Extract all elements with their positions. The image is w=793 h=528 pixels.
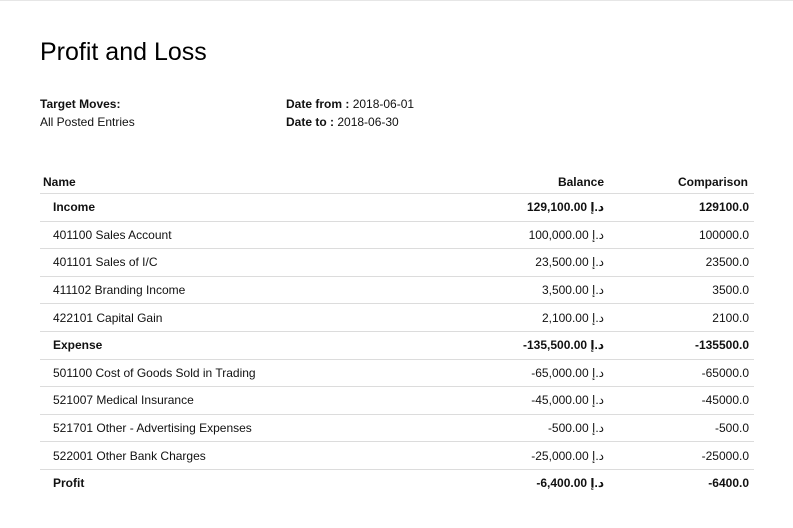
row-balance: 100,000.00 د.إ	[528, 227, 604, 242]
row-comparison: 23500.0	[705, 255, 749, 270]
date-to-label: Date to :	[286, 115, 334, 129]
column-header-name: Name	[43, 174, 76, 189]
account-row: 501100 Cost of Goods Sold in Trading -65,…	[40, 358, 754, 387]
account-row: 411102 Branding Income 3,500.00 د.إ 3500.0	[40, 275, 754, 304]
account-row: 521007 Medical Insurance -45,000.00 د.إ -4…	[40, 386, 754, 414]
date-from-line: Date from : 2018-06-01	[286, 95, 414, 113]
row-balance: -6,400.00 د.إ	[536, 476, 604, 491]
row-balance: 23,500.00 د.إ	[535, 255, 604, 270]
row-name: 521007 Medical Insurance	[53, 393, 194, 408]
row-balance: -135,500.00 د.إ	[523, 338, 604, 353]
row-name: 422101 Capital Gain	[53, 310, 163, 325]
row-balance: -500.00 د.إ	[547, 421, 604, 436]
row-name: Profit	[53, 476, 85, 491]
table-body: Income 129,100.00 د.إ 129100.0 401100 Sales…	[40, 193, 754, 497]
row-name: Expense	[53, 338, 103, 353]
page-title: Profit and Loss	[40, 38, 207, 66]
row-comparison: 3500.0	[712, 283, 749, 298]
row-comparison: -45000.0	[701, 393, 749, 408]
profit-loss-table: Name Balance Comparison Income 129,100.00…	[40, 170, 754, 497]
target-moves-label: Target Moves:	[40, 97, 121, 111]
row-name: 521701 Other - Advertising Expenses	[53, 421, 252, 436]
account-row: 401100 Sales Account 100,000.00 د.إ 100000…	[40, 220, 754, 249]
row-comparison: -6400.0	[708, 476, 749, 491]
row-balance: 2,100.00 د.إ	[541, 310, 604, 325]
row-name: 522001 Other Bank Charges	[53, 448, 206, 463]
row-comparison: -25000.0	[701, 448, 749, 463]
section-row: Expense -135,500.00 د.إ -135500.0	[40, 330, 754, 359]
date-range-block: Date from : 2018-06-01 Date to : 2018-06…	[286, 95, 414, 131]
row-balance: 129,100.00 د.إ	[526, 200, 604, 215]
section-row: Income 129,100.00 د.إ 129100.0	[40, 193, 754, 221]
row-name: Income	[53, 200, 96, 215]
date-from-value: 2018-06-01	[352, 97, 415, 111]
target-moves-value: All Posted Entries	[40, 115, 135, 129]
account-row: 401101 Sales of I/C 23,500.00 د.إ 23500.0	[40, 248, 754, 276]
account-row: 522001 Other Bank Charges -25,000.00 د.إ -…	[40, 441, 754, 469]
account-row: 422101 Capital Gain 2,100.00 د.إ 2100.0	[40, 303, 754, 331]
row-comparison: 2100.0	[712, 310, 749, 325]
target-moves-block: Target Moves: All Posted Entries	[40, 95, 135, 131]
row-comparison: -500.0	[714, 421, 749, 436]
row-comparison: 100000.0	[698, 227, 749, 242]
date-to-value: 2018-06-30	[337, 115, 399, 129]
row-comparison: -135500.0	[694, 338, 749, 353]
column-header-comparison: Comparison	[677, 174, 748, 189]
row-name: 411102 Branding Income	[53, 283, 186, 298]
top-divider	[0, 0, 793, 1]
section-row: Profit -6,400.00 د.إ -6400.0	[40, 468, 754, 497]
row-balance: -65,000.00 د.إ	[531, 365, 604, 380]
row-name: 401100 Sales Account	[53, 227, 172, 242]
row-name: 401101 Sales of I/C	[53, 255, 158, 270]
account-row: 521701 Other - Advertising Expenses -500.…	[40, 413, 754, 442]
date-from-label: Date from :	[286, 97, 350, 111]
row-comparison: -65000.0	[701, 365, 749, 380]
row-balance: -45,000.00 د.إ	[531, 393, 604, 408]
column-header-balance: Balance	[557, 174, 604, 189]
date-to-line: Date to : 2018-06-30	[286, 113, 414, 131]
row-balance: -25,000.00 د.إ	[531, 448, 604, 463]
row-comparison: 129100.0	[698, 200, 749, 215]
row-name: 501100 Cost of Goods Sold in Trading	[53, 365, 256, 380]
row-balance: 3,500.00 د.إ	[541, 283, 604, 298]
table-header-row: Name Balance Comparison	[40, 170, 754, 193]
